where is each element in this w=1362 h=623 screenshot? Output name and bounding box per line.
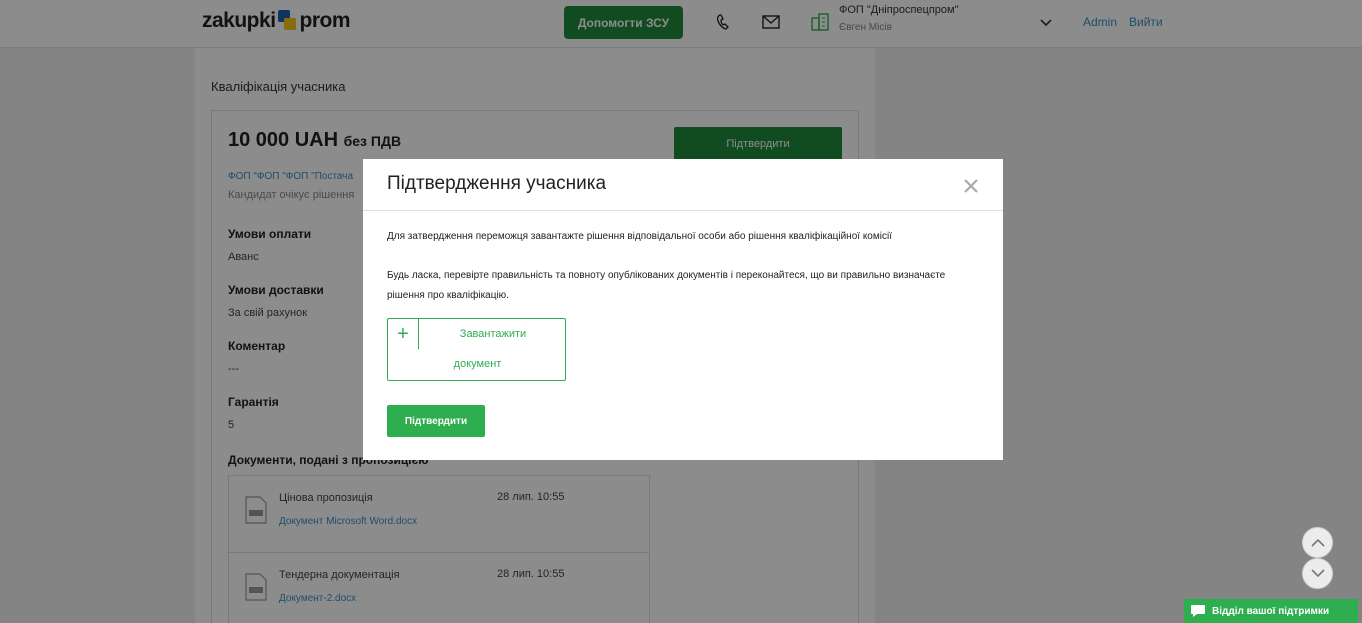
support-chat-button[interactable]: Відділ вашої підтримки	[1184, 599, 1358, 623]
support-label: Відділ вашої підтримки	[1212, 605, 1330, 617]
close-icon[interactable]	[961, 176, 981, 196]
scroll-down-button[interactable]	[1302, 558, 1333, 589]
modal-confirm-button[interactable]: Підтвердити	[387, 405, 485, 437]
modal-warning: Будь ласка, перевірте правильність та по…	[387, 270, 946, 301]
modal-instruction: Для затвердження переможця завантажте рі…	[387, 231, 892, 242]
confirm-participant-modal: Підтвердження учасника Для затвердження …	[363, 159, 1003, 460]
modal-title: Підтвердження учасника	[387, 173, 607, 194]
chevron-down-icon	[1310, 569, 1325, 578]
scroll-up-button[interactable]	[1302, 527, 1333, 558]
upload-document-button[interactable]: + Завантажити документ	[387, 318, 566, 381]
chevron-up-icon	[1310, 538, 1325, 547]
modal-header: Підтвердження учасника	[363, 159, 1003, 211]
upload-label-line2: документ	[453, 358, 502, 370]
chat-bubble-icon	[1184, 604, 1212, 618]
upload-label-line1: Завантажити	[459, 328, 527, 340]
